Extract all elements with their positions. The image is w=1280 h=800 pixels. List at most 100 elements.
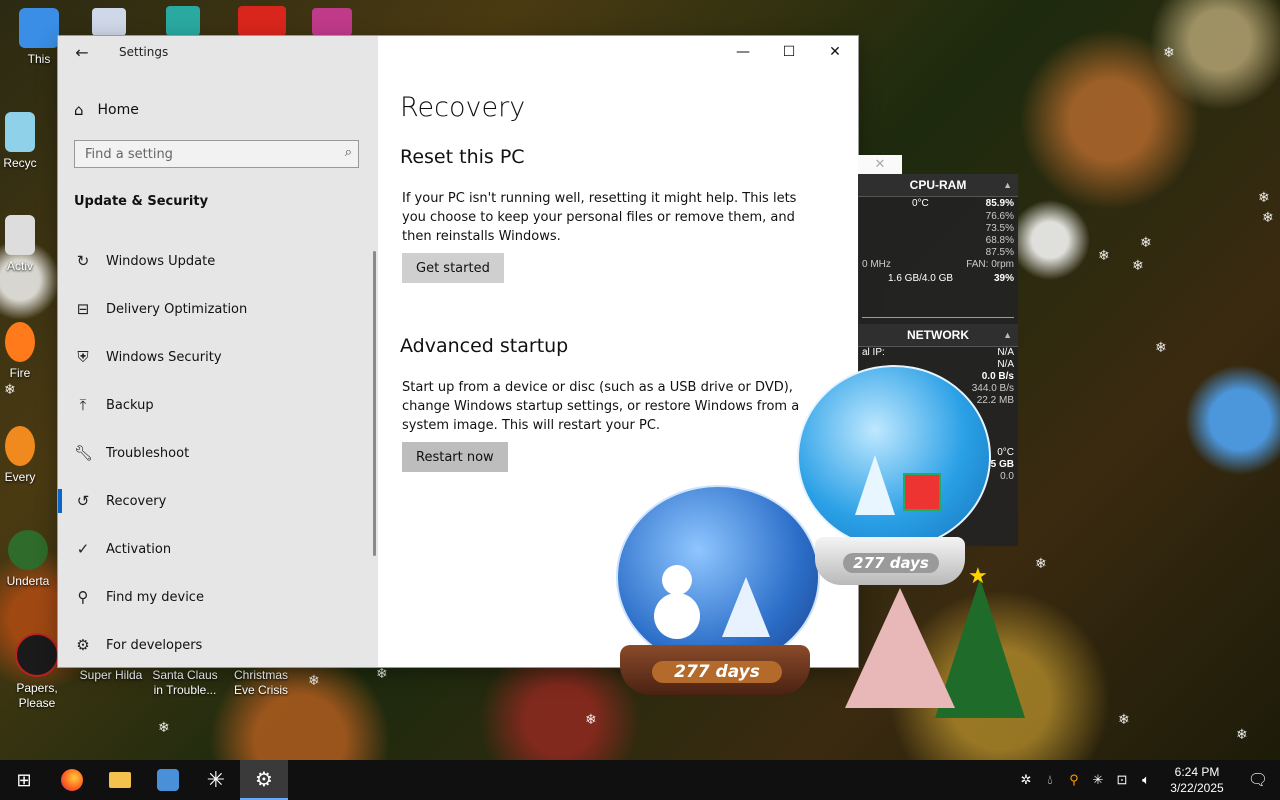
selection-indicator	[58, 489, 62, 513]
desktop-icon-everything[interactable]: Every	[0, 426, 40, 485]
snowflake-icon: ❄	[1163, 45, 1175, 61]
section-header: Update & Security	[74, 194, 209, 209]
desktop-icon-christmas-eve[interactable]: Christmas Eve Crisis	[226, 668, 296, 698]
search-input[interactable]	[75, 141, 335, 167]
tray-app-icon[interactable]: ✲	[1014, 772, 1038, 788]
page-title: Recovery	[400, 92, 526, 123]
folder-icon	[109, 772, 131, 788]
wrench-icon: 🔧︎	[74, 444, 94, 462]
sidebar-item-delivery-optimization[interactable]: ⊟ Delivery Optimization	[74, 294, 354, 324]
activate-icon	[5, 215, 35, 255]
upload-arrow-icon: ⤒	[79, 396, 87, 414]
collapse-icon[interactable]: ▲	[1003, 324, 1012, 346]
close-icon: ✕	[874, 157, 886, 172]
christmas-tree-decoration[interactable]: ★	[835, 564, 1025, 728]
volume-icon[interactable]: 🔈︎	[1134, 772, 1158, 788]
taskbar-settings[interactable]: ⚙	[240, 760, 288, 800]
start-button[interactable]: ⊞	[0, 760, 48, 800]
clock-time: 6:24 PM	[1174, 765, 1220, 779]
settings-sidebar: ← Settings ⌂ Home ⌕ Update & Security ↻ …	[58, 36, 378, 667]
snowflake-icon: ❄	[1258, 190, 1270, 206]
home-link[interactable]: ⌂ Home	[74, 98, 139, 122]
gpu-temp: 0°C	[997, 447, 1014, 458]
snow-globe-tree[interactable]: 277 days	[795, 365, 991, 590]
desktop-icon-top-3[interactable]	[238, 6, 286, 36]
sidebar-item-recovery[interactable]: ↺ Recovery	[74, 486, 354, 516]
snowflake-icon: ❄	[1118, 712, 1130, 728]
snowflake-icon: ❄	[1132, 258, 1144, 274]
network-icon[interactable]: ⊡	[1110, 772, 1134, 788]
desktop-icon-firefox[interactable]: Fire	[0, 322, 40, 381]
snowflake-icon: ❄	[1262, 210, 1274, 226]
taskbar-firefox[interactable]	[48, 760, 96, 800]
desktop-icon-super-hilda[interactable]: Super Hilda	[76, 668, 146, 683]
snowflake-icon: ❄	[308, 673, 320, 689]
game-icon	[157, 769, 179, 791]
tray-search-icon[interactable]: ⚲	[1062, 772, 1086, 788]
sidebar-item-backup[interactable]: ⤒ Backup	[74, 390, 354, 420]
advanced-startup-description: Start up from a device or disc (such as …	[402, 380, 800, 433]
snowflake-icon: ❄	[4, 382, 16, 398]
clock[interactable]: 6:24 PM 3/22/2025	[1158, 764, 1236, 796]
taskbar-file-explorer[interactable]	[96, 760, 144, 800]
sidebar-item-label: Delivery Optimization	[106, 301, 248, 317]
get-started-button[interactable]: Get started	[402, 253, 504, 283]
reset-description: If your PC isn't running well, resetting…	[402, 191, 797, 244]
snowflake-icon: ❄	[585, 712, 597, 728]
firefox-icon	[61, 769, 83, 791]
collapse-icon[interactable]: ▲	[1003, 174, 1012, 196]
ip-label: al IP:	[862, 347, 885, 358]
home-icon: ⌂	[74, 101, 84, 119]
tray-snowflake-icon[interactable]: ✳	[1086, 772, 1110, 788]
search-box: ⌕	[74, 140, 359, 168]
delivery-icon: ⊟	[76, 300, 90, 318]
taskbar: ⊞ ✳ ⚙ ✲ 💧︎ ⚲ ✳ ⊡ 🔈︎ 6:24 PM 3/22/2025 🗨︎	[0, 760, 1280, 800]
clock-ornament	[845, 588, 955, 708]
snowflake-icon: ❄	[1236, 727, 1248, 743]
desktop-icon-top-2[interactable]	[166, 6, 200, 36]
core-3: 68.8%	[985, 235, 1014, 246]
restart-now-button[interactable]: Restart now	[402, 442, 508, 472]
cpu-temp: 0°C	[912, 198, 929, 209]
home-label: Home	[97, 102, 139, 118]
taskbar-snowflake-app[interactable]: ✳	[192, 760, 240, 800]
tray-drop-icon[interactable]: 💧︎	[1038, 772, 1062, 788]
desktop-icon-undertale[interactable]: Underta	[0, 530, 56, 589]
gpu-value: 0.0	[1000, 471, 1014, 482]
settings-icon: ⚙	[255, 767, 273, 791]
desktop-icon-top-4[interactable]	[312, 8, 352, 36]
sidebar-item-label: Windows Update	[106, 253, 216, 269]
sidebar-item-label: Recovery	[106, 493, 167, 509]
notification-icon[interactable]: 🗨︎	[1236, 770, 1280, 790]
title-bar: ← Settings	[58, 36, 378, 68]
ram-usage: 1.6 GB/4.0 GB	[888, 273, 954, 284]
back-button[interactable]: ←	[68, 40, 96, 64]
search-icon[interactable]: ⌕	[345, 145, 352, 160]
ip-value-2: N/A	[997, 359, 1014, 370]
reset-heading: Reset this PC	[400, 146, 525, 168]
snowflake-icon: ❄	[1035, 556, 1047, 572]
desktop-icon-activate[interactable]: Activ	[0, 215, 40, 274]
sidebar-item-activation[interactable]: ✓ Activation	[74, 534, 354, 564]
desktop-icon-top-1[interactable]	[92, 8, 126, 36]
refresh-icon: ↻	[76, 252, 90, 270]
sidebar-item-troubleshoot[interactable]: 🔧︎ Troubleshoot	[74, 438, 354, 468]
network-header[interactable]: NETWORK ▲	[858, 324, 1018, 347]
snowflake-icon: ❄	[376, 666, 388, 682]
window-title: Settings	[119, 45, 169, 59]
ram-percent: 39%	[993, 273, 1014, 284]
desktop-icon-recycle[interactable]: Recyc	[0, 112, 40, 171]
sidebar-item-for-developers[interactable]: ⚙ For developers	[74, 630, 354, 660]
sidebar-item-windows-update[interactable]: ↻ Windows Update	[74, 246, 354, 276]
taskbar-game[interactable]	[144, 760, 192, 800]
widget-close-button[interactable]: ✕	[858, 155, 902, 174]
desktop-icon-santa-claus[interactable]: Santa Claus in Trouble...	[150, 668, 220, 698]
snowflake-icon: ❄	[1155, 340, 1167, 356]
sidebar-item-find-my-device[interactable]: ⚲ Find my device	[74, 582, 354, 612]
sidebar-scrollbar[interactable]	[373, 251, 376, 556]
system-tray: ✲ 💧︎ ⚲ ✳ ⊡ 🔈︎ 6:24 PM 3/22/2025 🗨︎	[1014, 760, 1280, 800]
cpu-ram-header[interactable]: CPU-RAM ▲	[858, 174, 1018, 197]
sidebar-item-label: Activation	[106, 541, 172, 557]
snow-globe-snowman[interactable]: 277 days	[612, 485, 822, 705]
sidebar-item-windows-security[interactable]: ⛨ Windows Security	[74, 342, 354, 372]
